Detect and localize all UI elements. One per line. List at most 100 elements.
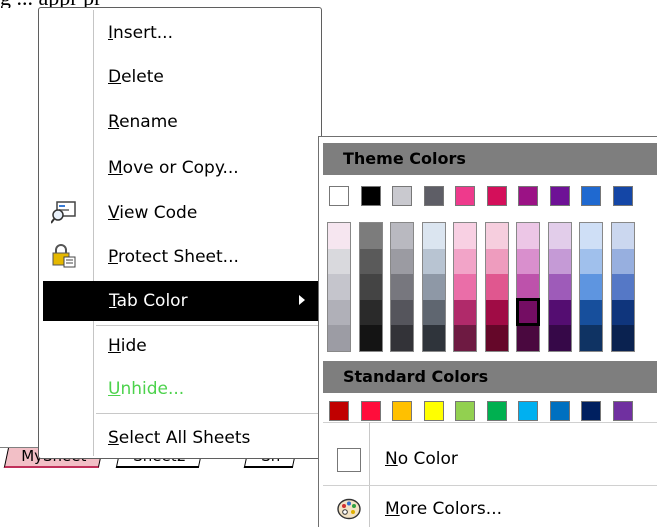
theme-shade-swatch[interactable] — [485, 299, 508, 326]
menu-separator — [96, 325, 318, 326]
standard-color-swatch[interactable] — [518, 401, 538, 421]
theme-shade-swatch[interactable] — [454, 274, 476, 300]
theme-shade-swatch[interactable] — [580, 299, 602, 326]
theme-shade-swatch[interactable] — [548, 325, 571, 351]
theme-color-swatch[interactable] — [455, 186, 475, 206]
menu-item-label: elete — [121, 67, 164, 87]
menu-item-rename[interactable]: Rename — [41, 103, 319, 141]
theme-shade-swatch[interactable] — [391, 325, 413, 351]
theme-shade-swatch[interactable] — [422, 223, 445, 249]
theme-shade-swatch[interactable] — [611, 274, 634, 300]
standard-color-swatch[interactable] — [360, 401, 381, 421]
theme-shade-swatch[interactable] — [485, 223, 508, 249]
theme-shade-swatch[interactable] — [611, 325, 634, 351]
theme-shade-swatch[interactable] — [391, 248, 413, 275]
theme-shade-swatch[interactable] — [580, 325, 602, 351]
color-palette-icon — [337, 498, 361, 520]
theme-shade-swatch[interactable] — [422, 325, 445, 351]
standard-color-swatch[interactable] — [329, 401, 349, 421]
theme-shade-swatch[interactable] — [517, 274, 539, 300]
menu-separator — [96, 413, 318, 414]
theme-shade-swatch[interactable] — [328, 299, 350, 326]
theme-shade-swatch[interactable] — [485, 248, 508, 275]
theme-shade-swatch[interactable] — [580, 274, 602, 300]
theme-shade-swatch[interactable] — [422, 248, 445, 275]
standard-color-swatch[interactable] — [549, 401, 570, 421]
theme-shade-swatch[interactable] — [548, 248, 571, 275]
theme-shade-swatch[interactable] — [328, 274, 350, 300]
theme-shade-swatch[interactable] — [611, 248, 634, 275]
theme-shade-swatch[interactable] — [548, 223, 571, 249]
theme-shade-swatch[interactable] — [517, 325, 539, 351]
no-color-text: o Color — [397, 449, 458, 469]
theme-shade-swatch[interactable] — [422, 274, 445, 300]
theme-shade-swatch[interactable] — [517, 248, 539, 275]
theme-shade-swatch[interactable] — [454, 248, 476, 275]
theme-shade-swatch[interactable] — [611, 223, 634, 249]
menu-item-label: ide — [120, 336, 147, 356]
theme-shade-swatch[interactable] — [485, 274, 508, 300]
theme-shade-column — [358, 222, 383, 352]
theme-shade-swatch[interactable] — [580, 223, 602, 249]
menu-item-tab-color[interactable]: Tab Color — [43, 281, 319, 321]
menu-item-unhide: Unhide... — [41, 370, 319, 408]
theme-color-swatch[interactable] — [392, 186, 412, 206]
standard-color-swatch[interactable] — [455, 401, 475, 421]
theme-shade-swatch[interactable] — [454, 325, 476, 351]
menu-item-label: nhide... — [120, 379, 185, 399]
standard-color-swatch[interactable] — [423, 401, 444, 421]
theme-shade-swatch[interactable] — [359, 223, 382, 249]
theme-color-swatch[interactable] — [549, 186, 570, 206]
more-colors-option[interactable]: More Colors... — [323, 487, 657, 527]
standard-color-swatch[interactable] — [392, 401, 412, 421]
theme-color-swatch[interactable] — [360, 186, 381, 206]
menu-item-delete[interactable]: Delete — [41, 58, 319, 96]
menu-item-hide[interactable]: Hide — [41, 327, 319, 365]
theme-shade-swatch[interactable] — [548, 274, 571, 300]
menu-item-accel: T — [109, 291, 117, 311]
theme-shade-swatch[interactable] — [548, 299, 571, 326]
theme-shade-swatch[interactable] — [328, 248, 350, 275]
theme-color-swatch[interactable] — [581, 186, 601, 206]
menu-item-move-or-copy[interactable]: Move or Copy... — [41, 149, 319, 187]
theme-shade-swatch[interactable] — [517, 223, 539, 249]
theme-shade-swatch[interactable] — [391, 274, 413, 300]
theme-color-swatch[interactable] — [486, 186, 507, 206]
standard-color-swatch[interactable] — [612, 401, 633, 421]
theme-shade-swatch[interactable] — [359, 248, 382, 275]
theme-color-swatch[interactable] — [612, 186, 633, 206]
theme-color-swatch[interactable] — [423, 186, 444, 206]
theme-color-swatch[interactable] — [518, 186, 538, 206]
theme-shade-swatch[interactable] — [391, 299, 413, 326]
no-color-option[interactable]: No Color — [323, 437, 657, 481]
theme-shade-column — [453, 222, 477, 352]
menu-item-accel: U — [108, 379, 121, 399]
theme-shade-swatch[interactable] — [359, 325, 382, 351]
theme-color-swatch[interactable] — [329, 186, 349, 206]
menu-item-insert[interactable]: Insert... — [41, 14, 319, 52]
theme-shade-column — [610, 222, 635, 352]
theme-shade-column — [421, 222, 446, 352]
more-colors-text: ore Colors... — [399, 499, 503, 519]
theme-shade-swatch[interactable] — [580, 248, 602, 275]
theme-shade-swatch[interactable] — [454, 299, 476, 326]
theme-shade-swatch[interactable] — [422, 299, 445, 326]
theme-shade-swatch[interactable] — [328, 223, 350, 249]
menu-item-select-all-sheets[interactable]: Select All Sheets — [41, 419, 319, 457]
theme-shade-swatch[interactable] — [328, 325, 350, 351]
theme-shade-swatch[interactable] — [359, 299, 382, 326]
menu-item-protect-sheet[interactable]: Protect Sheet... — [41, 238, 319, 276]
menu-item-label: rotect Sheet... — [117, 247, 239, 267]
theme-shade-swatch[interactable] — [359, 274, 382, 300]
menu-item-accel: P — [108, 247, 118, 267]
menu-item-label: iew Code — [119, 203, 198, 223]
theme-shade-swatch[interactable] — [485, 325, 508, 351]
theme-shade-swatch[interactable] — [391, 223, 413, 249]
standard-color-swatch[interactable] — [486, 401, 507, 421]
standard-color-swatch[interactable] — [581, 401, 601, 421]
menu-item-accel: M — [108, 158, 123, 178]
menu-item-view-code[interactable]: View Code — [41, 194, 319, 232]
theme-shade-swatch[interactable] — [611, 299, 634, 326]
selected-shade-marker — [516, 297, 540, 326]
theme-shade-swatch[interactable] — [454, 223, 476, 249]
